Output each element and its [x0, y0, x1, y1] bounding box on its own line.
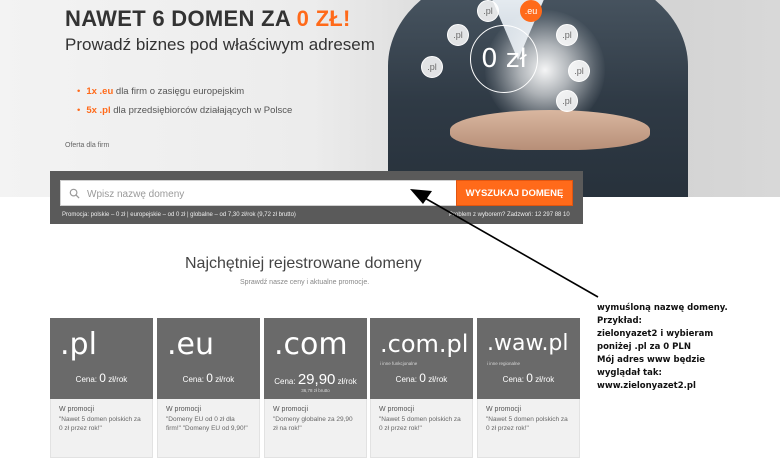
promo-label: W promocji — [379, 406, 415, 413]
tile-price: Cena: 0 zł/rok — [370, 371, 473, 385]
tile-header: .waw.pl i inne regionalne Cena: 0 zł/rok — [477, 318, 580, 399]
annotation-line: wyglądał tak: — [597, 368, 662, 378]
promo-text: "Nawet 5 domen polskich za 0 zł przez ro… — [486, 416, 568, 432]
popular-domains-title: Najchętniej rejestrowane domeny — [185, 255, 422, 272]
tile-header: .pl Cena: 0 zł/rok — [50, 318, 153, 399]
tile-header: .com Cena: 29,90 zł/rok 36,78 zł brutto — [264, 318, 367, 399]
annotation-line: www.zielonyazet2.pl — [597, 381, 696, 391]
domain-bubble-pl: .pl — [556, 90, 578, 112]
price-unit: zł/rok — [337, 377, 357, 386]
tile-price: Cena: 0 zł/rok — [50, 371, 153, 385]
domain-search-input[interactable] — [87, 185, 447, 203]
promo-text: "Domeny EU od 0 zł dla firm!" "Domeny EU… — [166, 416, 248, 432]
annotation-line: Mój adres www będzie — [597, 355, 706, 365]
price-gross: 36,78 zł brutto — [301, 388, 330, 393]
popular-domains-subtitle: Sprawdź nasze ceny i aktualne promocje. — [240, 279, 370, 286]
annotation-line: Przykład: — [597, 316, 642, 326]
price-label: Cena: — [182, 375, 205, 384]
tile-note: i inne regionalne — [487, 361, 521, 366]
zero-price-circle: 0 zł — [470, 25, 538, 93]
bullet-item: 5x .pl dla przedsiębiorców działających … — [77, 101, 292, 120]
domain-search-bar: WYSZUKAJ DOMENĘ Promocja: polskie – 0 zł… — [50, 171, 583, 224]
price-label: Cena: — [395, 375, 418, 384]
price-value: 0 — [206, 371, 213, 385]
price-value: 0 — [99, 371, 106, 385]
domain-tile-eu[interactable]: .eu Cena: 0 zł/rok W promocji "Domeny EU… — [157, 318, 260, 458]
promo-text: "Domeny globalne za 29,90 zł na rok!" — [273, 416, 353, 432]
domain-bubble-pl: .pl — [447, 24, 469, 46]
bullet-highlight: 1x .eu — [86, 86, 114, 97]
domain-bubble-eu: .eu — [520, 0, 542, 22]
price-unit: zł/rok — [535, 375, 555, 384]
tile-promo: W promocji "Nawet 5 domen polskich za 0 … — [50, 399, 153, 458]
domain-tile-pl[interactable]: .pl Cena: 0 zł/rok W promocji "Nawet 5 d… — [50, 318, 153, 458]
tile-domain-name: .com.pl — [380, 330, 469, 358]
promo-text: "Nawet 5 domen polskich za 0 zł przez ro… — [59, 416, 141, 432]
price-value: 0 — [419, 371, 426, 385]
search-field[interactable] — [60, 180, 457, 206]
hero-subheadline: Prowadź biznes pod właściwym adresem — [65, 35, 375, 54]
tile-domain-name: .com — [274, 327, 348, 362]
bullet-item: 1x .eu dla firm o zasięgu europejskim — [77, 82, 292, 101]
promo-label: W promocji — [59, 406, 95, 413]
tile-promo: W promocji "Nawet 5 domen polskich za 0 … — [477, 399, 580, 458]
businessman-hands — [450, 110, 650, 150]
tile-domain-name: .eu — [167, 327, 215, 362]
price-value: 29,90 — [297, 371, 336, 388]
help-phone: Problem z wyborem? Zadzwoń: 12 297 88 10 — [449, 212, 570, 218]
headline-prefix: NAWET 6 DOMEN ZA — [65, 6, 297, 31]
tile-price: Cena: 29,90 zł/rok — [264, 371, 367, 388]
hero-headline: NAWET 6 DOMEN ZA 0 ZŁ! — [65, 6, 351, 32]
search-icon — [69, 188, 80, 199]
page: 0 zł .pl .eu .pl .pl .pl .pl .pl NAWET 6… — [0, 0, 780, 462]
domain-bubble-pl: .pl — [421, 56, 443, 78]
tile-promo: W promocji "Domeny EU od 0 zł dla firm!"… — [157, 399, 260, 458]
domain-bubble-pl: .pl — [477, 0, 499, 22]
price-value: 0 — [526, 371, 533, 385]
bullet-highlight: 5x .pl — [86, 105, 111, 116]
price-label: Cena: — [274, 377, 296, 386]
tile-note: i inne funkcjonalne — [380, 361, 418, 366]
annotation-line: wymuśloną nazwę domeny. — [597, 303, 728, 313]
price-unit: zł/rok — [108, 375, 128, 384]
price-unit: zł/rok — [428, 375, 448, 384]
annotation-line: poniżej .pl za 0 PLN — [597, 342, 691, 352]
price-unit: zł/rok — [215, 375, 235, 384]
price-label: Cena: — [75, 375, 98, 384]
headline-accent: 0 ZŁ! — [296, 6, 351, 31]
promo-info: Promocja: polskie – 0 zł | europejskie –… — [62, 212, 296, 218]
bullet-text: dla przedsiębiorców działających w Polsc… — [110, 105, 293, 116]
oferta-link[interactable]: Oferta dla firm — [65, 142, 109, 149]
domain-tile-com[interactable]: .com Cena: 29,90 zł/rok 36,78 zł brutto … — [264, 318, 367, 458]
handwritten-annotation: wymuśloną nazwę domeny. Przykład: zielon… — [597, 302, 777, 393]
tile-header: .com.pl i inne funkcjonalne Cena: 0 zł/r… — [370, 318, 473, 399]
bullet-text: dla firm o zasięgu europejskim — [113, 86, 245, 97]
search-domain-button[interactable]: WYSZUKAJ DOMENĘ — [456, 180, 573, 206]
promo-label: W promocji — [486, 406, 522, 413]
tile-price: Cena: 0 zł/rok — [477, 371, 580, 385]
tile-domain-name: .pl — [60, 327, 97, 362]
hero-banner: 0 zł .pl .eu .pl .pl .pl .pl .pl NAWET 6… — [0, 0, 780, 197]
hero-bullets: 1x .eu dla firm o zasięgu europejskim 5x… — [77, 82, 292, 120]
promo-text: "Nawet 5 domen polskich za 0 zł przez ro… — [379, 416, 461, 432]
domain-bubble-pl: .pl — [556, 24, 578, 46]
tile-domain-name: .waw.pl — [487, 331, 569, 356]
domain-bubble-pl: .pl — [568, 60, 590, 82]
tile-header: .eu Cena: 0 zł/rok — [157, 318, 260, 399]
promo-label: W promocji — [166, 406, 202, 413]
tile-promo: W promocji "Nawet 5 domen polskich za 0 … — [370, 399, 473, 458]
domain-tile-waw-pl[interactable]: .waw.pl i inne regionalne Cena: 0 zł/rok… — [477, 318, 580, 458]
tile-promo: W promocji "Domeny globalne za 29,90 zł … — [264, 399, 367, 458]
tile-price: Cena: 0 zł/rok — [157, 371, 260, 385]
annotation-line: zielonyazet2 i wybieram — [597, 329, 714, 339]
promo-label: W promocji — [273, 406, 309, 413]
price-label: Cena: — [502, 375, 525, 384]
domain-tile-com-pl[interactable]: .com.pl i inne funkcjonalne Cena: 0 zł/r… — [370, 318, 473, 458]
